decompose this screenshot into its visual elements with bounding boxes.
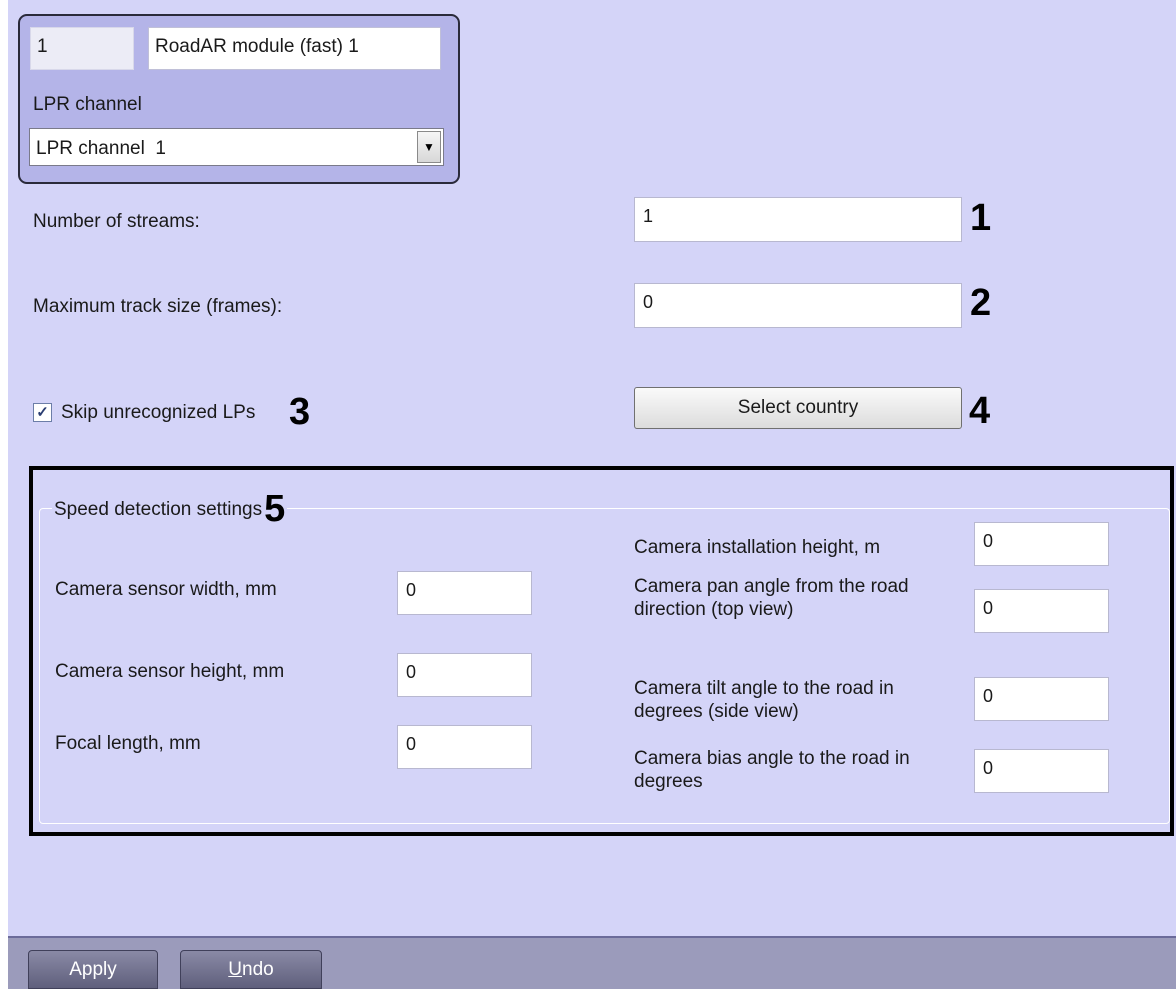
- undo-access-key: U: [228, 958, 243, 980]
- sensor-height-label: Camera sensor height, mm: [55, 661, 285, 682]
- pan-angle-label: Camera pan angle from the road direction…: [634, 576, 909, 620]
- callout-marker-5: 5: [264, 488, 286, 530]
- undo-button[interactable]: Undo: [180, 950, 322, 989]
- dropdown-arrow-icon[interactable]: ▼: [417, 131, 441, 163]
- skip-unrecognized-checkbox[interactable]: ✓: [33, 403, 52, 422]
- callout-marker-4: 4: [969, 390, 991, 432]
- undo-label-rest: ndo: [242, 958, 274, 980]
- callout-marker-2: 2: [970, 282, 992, 324]
- select-country-button[interactable]: Select country: [634, 387, 962, 429]
- sensor-height-input[interactable]: 0: [397, 653, 532, 697]
- speed-settings-title: Speed detection settings5: [52, 488, 288, 530]
- track-size-label: Maximum track size (frames):: [33, 296, 283, 317]
- sensor-width-input[interactable]: 0: [397, 571, 532, 615]
- install-height-label: Camera installation height, m: [634, 537, 881, 558]
- callout-marker-1: 1: [970, 197, 992, 239]
- parent-object-selected: LPR channel 1: [36, 138, 166, 159]
- install-height-input[interactable]: 0: [974, 522, 1109, 566]
- checkmark-icon: ✓: [36, 404, 49, 421]
- focal-length-input[interactable]: 0: [397, 725, 532, 769]
- streams-input[interactable]: 1: [634, 197, 962, 242]
- tilt-angle-label: Camera tilt angle to the road in degrees…: [634, 678, 894, 722]
- parent-object-dropdown[interactable]: LPR channel 1 ▼: [29, 128, 444, 166]
- streams-label: Number of streams:: [33, 211, 200, 232]
- skip-unrecognized-label[interactable]: Skip unrecognized LPs: [61, 403, 255, 422]
- tilt-angle-input[interactable]: 0: [974, 677, 1109, 721]
- object-name-field[interactable]: RoadAR module (fast) 1: [148, 27, 441, 70]
- parent-object-label: LPR channel: [33, 94, 142, 115]
- bias-angle-input[interactable]: 0: [974, 749, 1109, 793]
- sensor-width-label: Camera sensor width, mm: [55, 579, 277, 600]
- focal-length-label: Focal length, mm: [55, 733, 201, 754]
- apply-button[interactable]: Apply: [28, 950, 158, 989]
- pan-angle-input[interactable]: 0: [974, 589, 1109, 633]
- speed-settings-title-text: Speed detection settings: [54, 499, 263, 520]
- callout-marker-3: 3: [289, 391, 311, 433]
- bias-angle-label: Camera bias angle to the road in degrees: [634, 748, 910, 792]
- track-size-input[interactable]: 0: [634, 283, 962, 328]
- object-id-field[interactable]: 1: [30, 27, 134, 70]
